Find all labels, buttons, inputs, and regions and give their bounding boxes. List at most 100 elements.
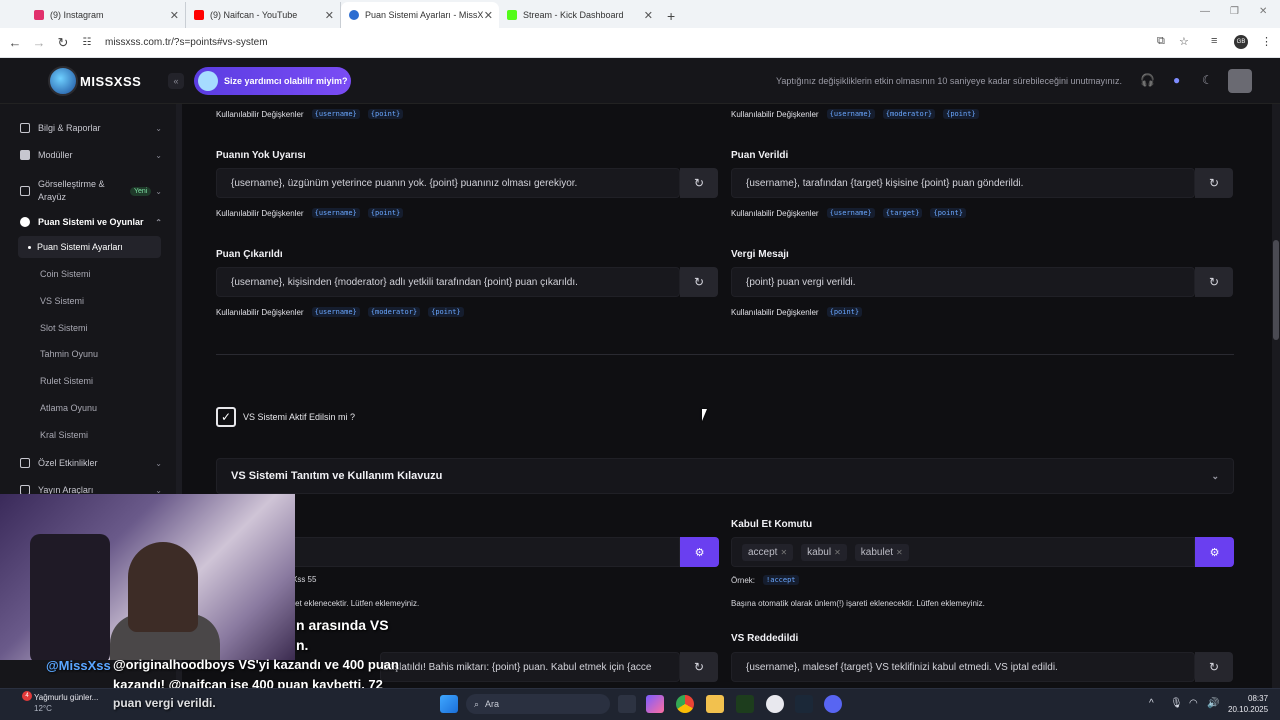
chevron-down-icon: ⌄ — [155, 123, 162, 133]
tag-chip[interactable]: kabul ✕ — [801, 543, 847, 561]
tab-instagram[interactable]: (9) Instagram ✕ — [26, 2, 186, 28]
sidebar-sub-kral[interactable]: Kral Sistemi — [0, 424, 176, 446]
user-avatar[interactable] — [1228, 69, 1252, 93]
sidebar-sub-rulet[interactable]: Rulet Sistemi — [0, 370, 176, 392]
var-chip[interactable]: {point} — [930, 208, 966, 218]
task-view-icon[interactable] — [618, 695, 636, 713]
discord-icon[interactable]: ● — [1173, 73, 1180, 87]
logo-icon[interactable] — [48, 66, 78, 96]
weather-widget[interactable]: Yağmurlu günler... 12°C — [34, 692, 98, 714]
sidebar-item-moduller[interactable]: Modüller ⌄ — [0, 143, 176, 167]
vs-guide-accordion[interactable]: VS Sistemi Tanıtım ve Kullanım Kılavuzu … — [216, 458, 1234, 494]
message-input[interactable]: başlatıldı! Bahis miktarı: {point} puan.… — [380, 652, 680, 682]
accept-tags-input[interactable]: accept ✕ kabul ✕ kabulet ✕ — [731, 537, 1195, 567]
reset-button[interactable]: ↻ — [1195, 652, 1233, 682]
close-icon[interactable]: ✕ — [325, 9, 334, 22]
reset-icon: ↻ — [1208, 275, 1220, 289]
theme-moon-icon[interactable]: ☾ — [1202, 73, 1213, 87]
tray-chevron-icon[interactable]: ^ — [1149, 698, 1154, 709]
command-settings-button[interactable]: ⚙ — [680, 537, 719, 567]
command-settings-button[interactable]: ⚙ — [1195, 537, 1234, 567]
var-chip[interactable]: {moderator} — [882, 109, 936, 119]
maximize-icon[interactable]: ❐ — [1230, 6, 1239, 17]
site-info-icon[interactable]: ☷ — [75, 37, 99, 48]
var-chip[interactable]: {moderator} — [367, 307, 421, 317]
scrollbar-thumb[interactable] — [1273, 240, 1279, 340]
message-input[interactable]: {username}, malesef {target} VS teklifin… — [731, 652, 1195, 682]
sidebar-sub-atlama[interactable]: Atlama Oyunu — [0, 397, 176, 419]
message-input[interactable]: {username}, tarafından {target} kişisine… — [731, 168, 1195, 198]
logo-text[interactable]: MISSXSS — [80, 74, 141, 89]
close-icon[interactable]: ✕ — [644, 9, 653, 22]
var-chip[interactable]: {username} — [826, 109, 875, 119]
reset-button[interactable]: ↻ — [680, 652, 718, 682]
sidebar-item-ozel-etkinlikler[interactable]: Özel Etkinlikler ⌄ — [0, 451, 176, 475]
close-window-icon[interactable]: ✕ — [1259, 6, 1267, 17]
tab-youtube[interactable]: (9) Naifcan - YouTube ✕ — [186, 2, 341, 28]
taskbar-clock[interactable]: 08:37 20.10.2025 — [1228, 693, 1268, 715]
close-icon[interactable]: ✕ — [484, 9, 493, 22]
var-chip[interactable]: {point} — [826, 307, 863, 317]
bookmark-star-icon[interactable]: ☆ — [1179, 35, 1189, 48]
message-input[interactable]: {username}, kişisinden {moderator} adlı … — [216, 267, 680, 297]
message-input[interactable]: {point} puan vergi verildi. — [731, 267, 1195, 297]
remove-tag-icon[interactable]: ✕ — [834, 548, 841, 557]
var-chip[interactable]: {point} — [367, 208, 404, 218]
url-input[interactable]: missxss.com.tr/?s=points#vs-system — [105, 37, 268, 48]
message-input[interactable]: {username}, üzgünüm yeterince puanın yok… — [216, 168, 680, 198]
remove-tag-icon[interactable]: ✕ — [896, 548, 903, 557]
copilot-icon[interactable] — [646, 695, 664, 713]
discord-taskbar-icon[interactable] — [824, 695, 842, 713]
menu-kebab-icon[interactable]: ⋮ — [1261, 35, 1272, 48]
sidebar-sub-coin[interactable]: Coin Sistemi — [0, 263, 176, 285]
sidebar-item-puan-sistemi[interactable]: Puan Sistemi ve Oyunlar ⌃ — [0, 210, 176, 234]
var-chip[interactable]: {username} — [311, 109, 360, 119]
sidebar-sub-tahmin[interactable]: Tahmin Oyunu — [0, 343, 176, 365]
install-icon[interactable]: ⧉ — [1157, 35, 1165, 48]
reset-button[interactable]: ↻ — [1195, 267, 1233, 297]
microphone-icon[interactable]: 🎙 — [1170, 698, 1183, 709]
var-chip[interactable]: {username} — [826, 208, 875, 218]
chrome-icon[interactable] — [676, 695, 694, 713]
media-icon[interactable]: ≡ — [1211, 35, 1217, 47]
sidebar-sub-vs[interactable]: VS Sistemi — [0, 290, 176, 312]
terminal-icon[interactable] — [736, 695, 754, 713]
tag-chip[interactable]: accept ✕ — [742, 543, 794, 561]
wifi-icon[interactable]: ◠ — [1189, 698, 1198, 709]
reload-icon[interactable]: ↻ — [51, 35, 75, 51]
forward-icon[interactable]: → — [27, 35, 51, 50]
file-explorer-icon[interactable] — [706, 695, 724, 713]
windows-start-icon[interactable] — [440, 695, 458, 713]
volume-icon[interactable]: 🔊 — [1207, 698, 1219, 709]
var-chip[interactable]: {point} — [367, 109, 404, 119]
var-chip[interactable]: {username} — [311, 208, 360, 218]
obs-icon[interactable] — [766, 695, 784, 713]
sidebar-sub-puan-ayarlari[interactable]: Puan Sistemi Ayarları — [18, 236, 161, 258]
taskbar-search[interactable]: ⌕ Ara — [466, 694, 610, 714]
help-button[interactable]: Size yardımcı olabilir miyim? — [194, 67, 351, 95]
var-chip[interactable]: {target} — [882, 208, 923, 218]
sidebar-item-bilgi-raporlar[interactable]: Bilgi & Raporlar ⌄ — [0, 116, 176, 140]
headset-icon[interactable]: 🎧 — [1140, 73, 1155, 87]
var-chip[interactable]: {username} — [311, 307, 360, 317]
reset-button[interactable]: ↻ — [680, 168, 718, 198]
tab-kick[interactable]: Stream - Kick Dashboard ✕ — [499, 2, 659, 28]
close-icon[interactable]: ✕ — [170, 9, 179, 22]
page-scrollbar[interactable] — [1272, 104, 1280, 688]
var-chip[interactable]: {point} — [428, 307, 464, 317]
tab-puan-sistemi[interactable]: Puan Sistemi Ayarları - MissXss ✕ — [341, 2, 499, 28]
steam-icon[interactable] — [795, 695, 813, 713]
sidebar-item-gorsellestirme[interactable]: Görselleştirme & Arayüz Yeni ⌄ — [0, 176, 176, 206]
minimize-icon[interactable]: — — [1200, 6, 1210, 17]
var-chip[interactable]: {point} — [943, 109, 979, 119]
remove-tag-icon[interactable]: ✕ — [780, 548, 787, 557]
profile-avatar[interactable]: GB — [1234, 35, 1248, 49]
collapse-sidebar-button[interactable]: « — [168, 73, 184, 89]
new-tab-button[interactable]: + — [667, 8, 675, 24]
tag-chip[interactable]: kabulet ✕ — [854, 543, 909, 561]
back-icon[interactable]: ← — [3, 35, 27, 50]
vs-enable-checkbox[interactable]: ✓ — [216, 407, 236, 427]
reset-button[interactable]: ↻ — [680, 267, 718, 297]
reset-button[interactable]: ↻ — [1195, 168, 1233, 198]
sidebar-sub-slot[interactable]: Slot Sistemi — [0, 317, 176, 339]
